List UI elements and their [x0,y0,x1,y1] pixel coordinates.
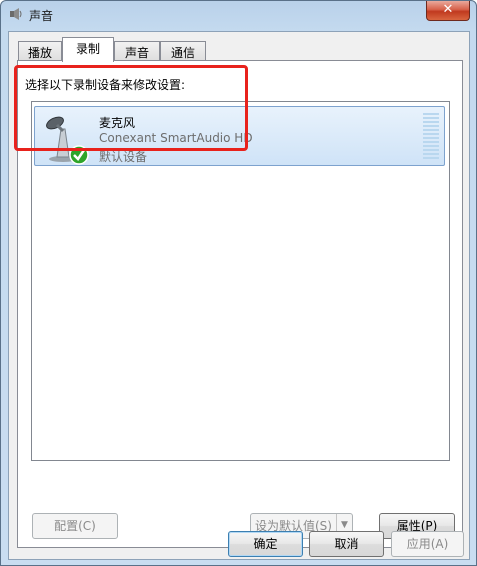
title-bar[interactable]: 声音 ✕ [1,1,476,29]
device-status: 默认设备 [99,150,148,164]
sound-dialog-window: 声音 ✕ 播放 录制 声音 通信 选择以下录制设备来修改设置: 麦克风 Cone… [0,0,477,566]
tab-sounds[interactable]: 声音 [114,41,160,62]
window-title: 声音 [29,9,54,23]
close-icon: ✕ [442,2,454,17]
close-button[interactable]: ✕ [426,1,470,21]
cancel-button[interactable]: 取消 [309,531,384,557]
tab-communications[interactable]: 通信 [160,41,206,62]
device-name: 麦克风 [99,116,136,130]
ok-button[interactable]: 确定 [228,531,303,557]
tab-playback[interactable]: 播放 [18,41,62,62]
default-check-icon [69,145,89,165]
apply-button[interactable]: 应用(A) [391,531,464,557]
input-level-meter [423,113,439,161]
device-item-microphone[interactable]: 麦克风 Conexant SmartAudio HD 默认设备 [34,106,445,166]
tab-recording[interactable]: 录制 [62,37,114,62]
recording-panel: 选择以下录制设备来修改设置: 麦克风 Conexant SmartAudio H… [17,60,463,548]
recording-device-list[interactable]: 麦克风 Conexant SmartAudio HD 默认设备 [31,101,450,461]
speaker-icon [10,8,22,20]
microphone-icon [46,116,89,165]
configure-button[interactable]: 配置(C) [32,513,118,539]
instruction-label: 选择以下录制设备来修改设置: [25,78,186,92]
dialog-client-area: 播放 录制 声音 通信 选择以下录制设备来修改设置: 麦克风 Conexant … [8,31,470,560]
device-model: Conexant SmartAudio HD [99,131,253,145]
